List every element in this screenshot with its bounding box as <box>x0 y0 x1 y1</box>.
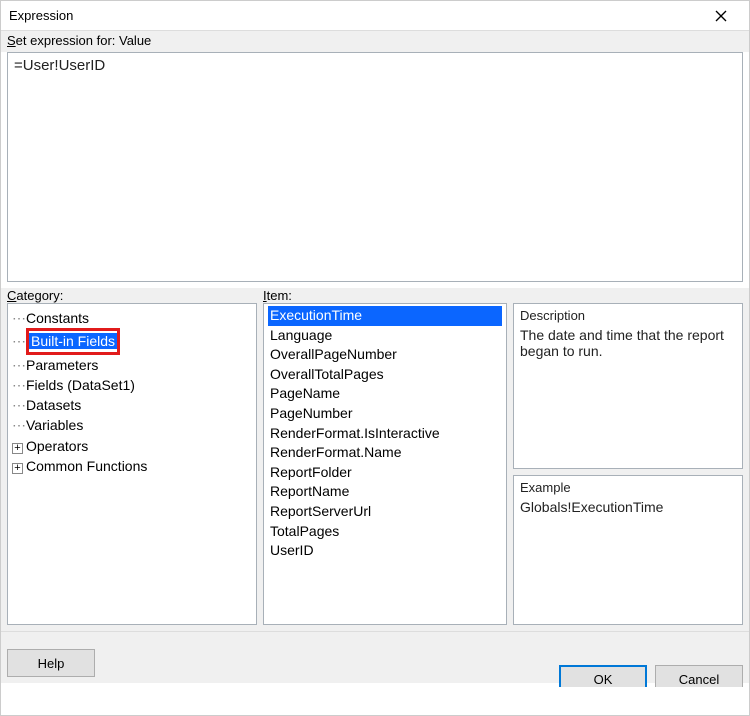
close-icon <box>715 10 727 22</box>
close-button[interactable] <box>701 2 741 30</box>
tree-item-label: Built-in Fields <box>29 333 117 349</box>
tree-item[interactable]: ⋯Built-in Fields <box>10 328 254 354</box>
tree-item-label: Constants <box>26 310 89 326</box>
tree-item[interactable]: ⋯Variables <box>10 415 254 435</box>
tree-item[interactable]: +Common Functions <box>10 456 254 476</box>
tree-item-label: Common Functions <box>26 458 147 474</box>
list-item[interactable]: TotalPages <box>268 522 502 542</box>
description-panel: Description The date and time that the r… <box>513 303 743 469</box>
tree-item[interactable]: ⋯Fields (DataSet1) <box>10 375 254 395</box>
tree-item[interactable]: ⋯Parameters <box>10 355 254 375</box>
tree-item[interactable]: +Operators <box>10 436 254 456</box>
list-item[interactable]: RenderFormat.Name <box>268 443 502 463</box>
list-item[interactable]: PageNumber <box>268 404 502 424</box>
tree-item-label: Datasets <box>26 397 81 413</box>
tree-dash-icon: ⋯ <box>12 331 26 351</box>
list-item[interactable]: Language <box>268 326 502 346</box>
tree-item-label: Fields (DataSet1) <box>26 377 135 393</box>
expand-icon[interactable]: + <box>12 443 23 454</box>
ok-button[interactable]: OK <box>559 665 647 687</box>
column-labels: Category: Item: <box>1 288 749 303</box>
tree-dash-icon: ⋯ <box>12 308 26 328</box>
tree-item-label: Variables <box>26 417 83 433</box>
tree-item-label: Parameters <box>26 357 98 373</box>
item-list[interactable]: ExecutionTimeLanguageOverallPageNumberOv… <box>263 303 507 625</box>
category-tree[interactable]: ⋯Constants⋯Built-in Fields⋯Parameters⋯Fi… <box>7 303 257 625</box>
window-title: Expression <box>9 8 73 23</box>
list-item[interactable]: PageName <box>268 384 502 404</box>
list-item[interactable]: ReportName <box>268 482 502 502</box>
list-item[interactable]: ExecutionTime <box>268 306 502 326</box>
tree-dash-icon: ⋯ <box>12 375 26 395</box>
list-item[interactable]: OverallTotalPages <box>268 365 502 385</box>
list-item[interactable]: ReportServerUrl <box>268 502 502 522</box>
tree-dash-icon: ⋯ <box>12 395 26 415</box>
example-text: Globals!ExecutionTime <box>520 499 736 515</box>
right-column: Description The date and time that the r… <box>513 303 743 625</box>
columns: ⋯Constants⋯Built-in Fields⋯Parameters⋯Fi… <box>1 303 749 631</box>
example-panel: Example Globals!ExecutionTime <box>513 475 743 625</box>
highlight-box: Built-in Fields <box>26 328 120 354</box>
dialog-footer: Help OK Cancel <box>1 631 749 683</box>
tree-item-label: Operators <box>26 438 88 454</box>
example-title: Example <box>520 480 736 495</box>
tree-item[interactable]: ⋯Constants <box>10 308 254 328</box>
set-expression-label: Set expression for: Value <box>1 31 749 52</box>
list-item[interactable]: RenderFormat.IsInteractive <box>268 424 502 444</box>
expand-icon[interactable]: + <box>12 463 23 474</box>
cancel-button[interactable]: Cancel <box>655 665 743 687</box>
description-title: Description <box>520 308 736 323</box>
expression-input[interactable]: =User!UserID <box>7 52 743 282</box>
tree-item[interactable]: ⋯Datasets <box>10 395 254 415</box>
expression-dialog: Expression Set expression for: Value =Us… <box>0 0 750 716</box>
help-button[interactable]: Help <box>7 649 95 677</box>
list-item[interactable]: ReportFolder <box>268 463 502 483</box>
list-item[interactable]: OverallPageNumber <box>268 345 502 365</box>
description-text: The date and time that the report began … <box>520 327 736 359</box>
tree-dash-icon: ⋯ <box>12 355 26 375</box>
tree-dash-icon: ⋯ <box>12 415 26 435</box>
category-label: Category: <box>7 288 263 303</box>
item-label: Item: <box>263 288 513 303</box>
list-item[interactable]: UserID <box>268 541 502 561</box>
titlebar: Expression <box>1 1 749 31</box>
